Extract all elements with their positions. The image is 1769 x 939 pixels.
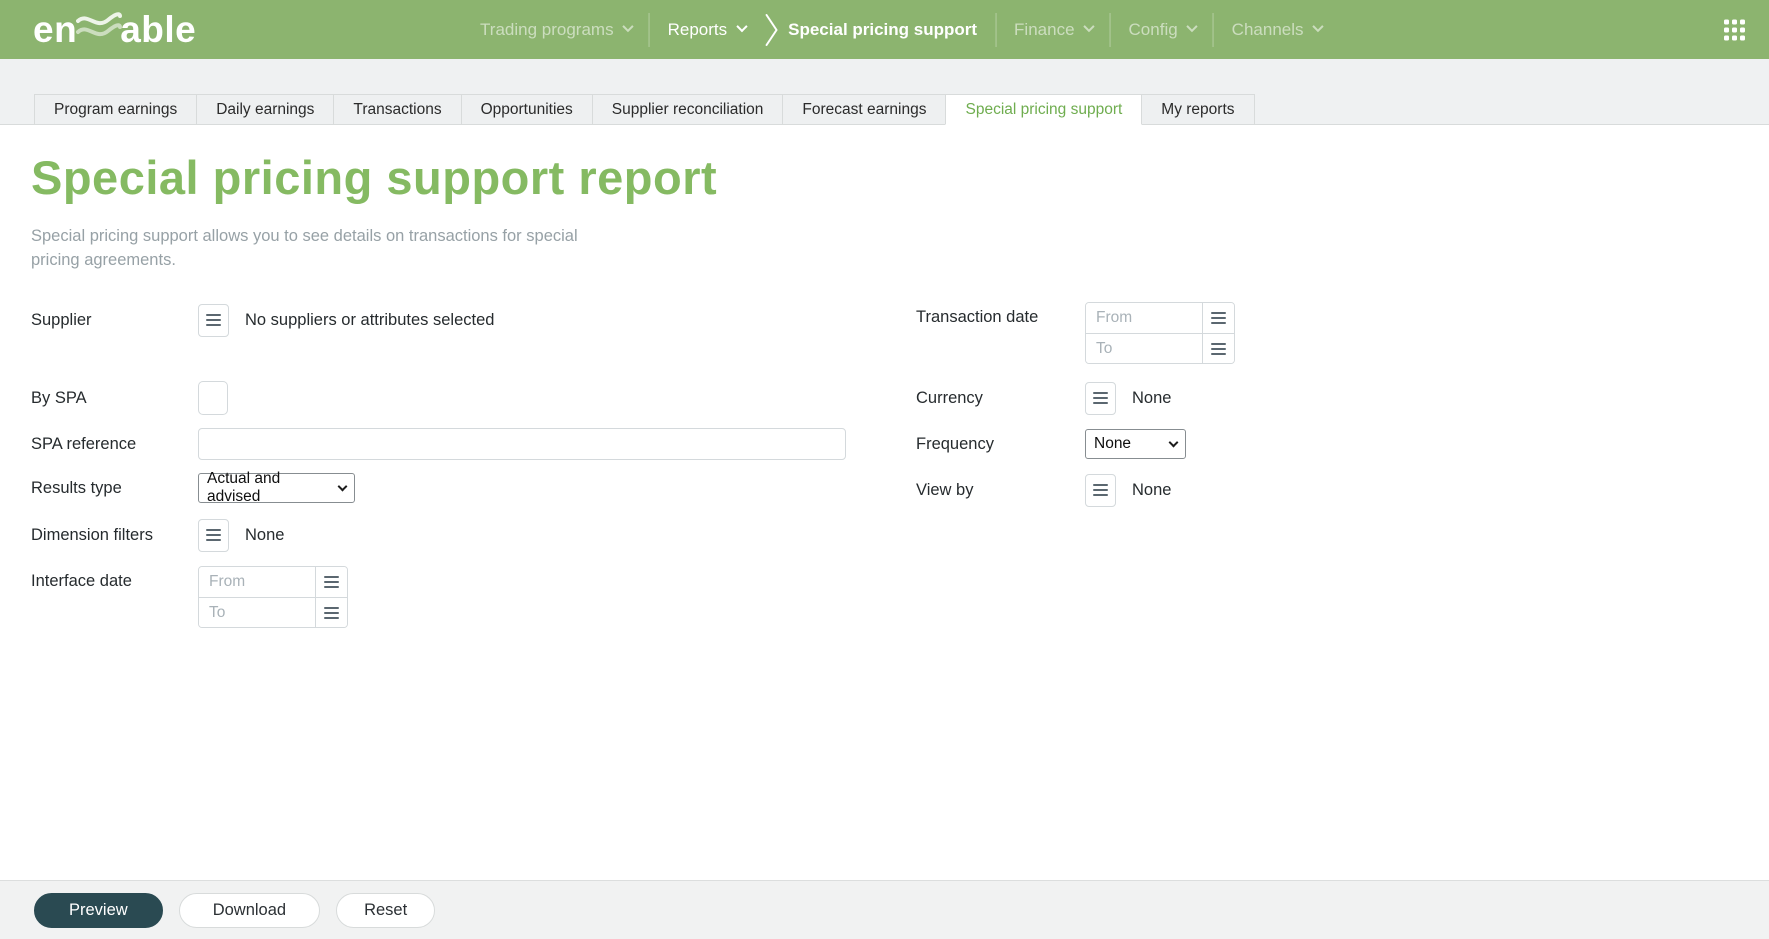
transaction-date-from-menu-button[interactable]	[1202, 303, 1234, 333]
dimension-filters-row: Dimension filters None	[31, 518, 284, 552]
hamburger-icon	[1211, 312, 1226, 324]
transaction-date-to-menu-button[interactable]	[1202, 334, 1234, 363]
interface-date-from-input[interactable]	[199, 567, 315, 597]
view-by-value: None	[1132, 480, 1172, 499]
currency-picker-button[interactable]	[1085, 381, 1116, 415]
hamburger-icon	[1093, 484, 1108, 496]
preview-button[interactable]: Preview	[34, 892, 163, 928]
dimension-filters-button[interactable]	[198, 518, 229, 552]
transaction-date-label: Transaction date	[916, 308, 1039, 326]
logo-text-prefix: en	[33, 8, 78, 50]
tab-special-pricing-support[interactable]: Special pricing support	[945, 94, 1143, 125]
enable-logo[interactable]: en able	[33, 8, 196, 51]
by-spa-row: By SPA	[31, 380, 228, 416]
hamburger-icon	[324, 576, 339, 588]
supplier-row: Supplier No suppliers or attributes sele…	[31, 302, 494, 338]
spa-reference-label: SPA reference	[31, 434, 137, 453]
chevron-down-icon	[1186, 20, 1198, 32]
hamburger-icon	[1093, 392, 1108, 404]
main-navigation: Trading programs Reports Special pricing…	[462, 0, 1338, 59]
action-footer: Preview Download Reset	[0, 880, 1769, 939]
nav-breadcrumb-special-pricing-support[interactable]: Special pricing support	[780, 20, 995, 40]
tab-transactions[interactable]: Transactions	[333, 94, 462, 125]
hamburger-icon	[1211, 342, 1226, 355]
page-description: Special pricing support allows you to se…	[31, 227, 578, 269]
transaction-date-group	[1085, 302, 1235, 364]
tab-forecast-earnings[interactable]: Forecast earnings	[782, 94, 947, 125]
chevron-down-icon	[622, 20, 634, 32]
nav-item-config[interactable]: Config	[1111, 20, 1213, 40]
transaction-date-row: Transaction date	[916, 302, 1235, 364]
tab-opportunities[interactable]: Opportunities	[460, 94, 593, 125]
interface-date-from-menu-button[interactable]	[315, 567, 347, 597]
tab-my-reports[interactable]: My reports	[1141, 94, 1255, 125]
chevron-down-icon	[337, 481, 348, 491]
app-window: en able Trading programs Reports Special…	[0, 0, 1769, 939]
frequency-row: Frequency None	[916, 428, 1186, 460]
chevron-down-icon	[735, 20, 748, 32]
tab-daily-earnings[interactable]: Daily earnings	[196, 94, 335, 125]
transaction-date-from-input[interactable]	[1086, 303, 1202, 333]
hamburger-icon	[206, 529, 221, 541]
by-spa-label: By SPA	[31, 388, 87, 407]
frequency-select[interactable]: None	[1085, 429, 1186, 459]
nav-item-finance[interactable]: Finance	[996, 20, 1109, 40]
nav-item-reports[interactable]: Reports	[650, 20, 763, 40]
currency-value: None	[1132, 388, 1172, 407]
nav-item-trading-programs[interactable]: Trading programs	[462, 20, 649, 40]
interface-date-to-input[interactable]	[199, 598, 315, 627]
results-type-label: Results type	[31, 478, 122, 497]
page-title: Special pricing support report	[31, 151, 718, 204]
currency-label: Currency	[916, 388, 983, 407]
currency-row: Currency None	[916, 380, 1171, 416]
results-type-select[interactable]: Actual and advised	[198, 470, 355, 505]
nav-item-channels[interactable]: Channels	[1214, 20, 1339, 40]
interface-date-label: Interface date	[31, 572, 132, 590]
report-tabs: Program earnings Daily earnings Transact…	[34, 94, 1255, 125]
supplier-label: Supplier	[31, 310, 92, 329]
supplier-value: No suppliers or attributes selected	[245, 310, 495, 329]
reset-button[interactable]: Reset	[336, 892, 436, 928]
chevron-down-icon	[1312, 20, 1324, 32]
view-by-row: View by None	[916, 473, 1171, 507]
tab-band: Program earnings Daily earnings Transact…	[0, 59, 1769, 125]
spa-reference-input[interactable]	[198, 428, 846, 460]
breadcrumb-chevron-icon	[764, 12, 778, 48]
dimension-filters-value: None	[245, 525, 285, 544]
wave-logo-icon	[76, 8, 123, 51]
tab-program-earnings[interactable]: Program earnings	[34, 94, 198, 125]
supplier-picker-button[interactable]	[198, 303, 229, 337]
view-by-picker-button[interactable]	[1085, 473, 1116, 507]
by-spa-checkbox[interactable]	[198, 381, 228, 415]
results-type-row: Results type Actual and advised	[31, 470, 355, 505]
interface-date-to-menu-button[interactable]	[315, 598, 347, 627]
top-navbar: en able Trading programs Reports Special…	[0, 0, 1769, 59]
interface-date-row: Interface date	[31, 566, 348, 628]
tab-supplier-reconciliation[interactable]: Supplier reconciliation	[591, 94, 784, 125]
frequency-label: Frequency	[916, 434, 994, 453]
app-grid-icon[interactable]	[1724, 19, 1745, 40]
dimension-filters-label: Dimension filters	[31, 525, 153, 544]
logo-text-suffix: able	[120, 8, 197, 50]
chevron-down-icon	[1083, 20, 1095, 32]
hamburger-icon	[206, 314, 221, 326]
chevron-down-icon	[1168, 437, 1179, 447]
spa-reference-row: SPA reference	[31, 428, 846, 460]
hamburger-icon	[324, 606, 339, 619]
transaction-date-to-input[interactable]	[1086, 334, 1202, 363]
view-by-label: View by	[916, 480, 974, 499]
interface-date-group	[198, 566, 348, 628]
download-button[interactable]: Download	[178, 892, 321, 928]
